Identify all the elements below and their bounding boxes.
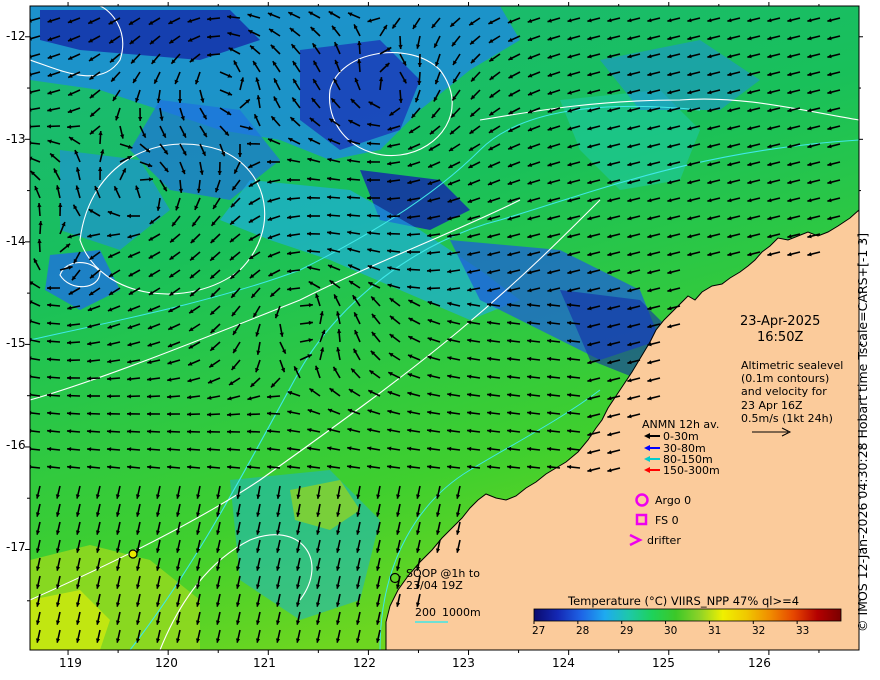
timestamp-date: 23-Apr-2025 bbox=[740, 314, 821, 329]
y-tick-label: -16 bbox=[6, 438, 26, 452]
sealevel-note-line: (0.1m contours) bbox=[741, 372, 830, 386]
colorbar-tick-label: 27 bbox=[532, 625, 546, 637]
velocity-arrow-shaft bbox=[30, 125, 41, 128]
velocity-arrow-head bbox=[30, 428, 32, 434]
x-tick-label: 120 bbox=[155, 656, 178, 670]
velocity-arrow-head bbox=[30, 392, 32, 397]
x-tick-label: 125 bbox=[652, 656, 675, 670]
y-tick-label: -17 bbox=[6, 540, 26, 554]
sealevel-note-line: 0.5m/s (1kt 24h) bbox=[741, 411, 833, 425]
map-plot-area bbox=[30, 6, 859, 650]
drifter-label: drifter bbox=[647, 534, 681, 547]
velocity-arrow-head bbox=[30, 410, 32, 416]
credit-text: © IMOS 12-Jan-2026 04:30:28 Hobart time … bbox=[855, 232, 870, 632]
colorbar-tick-label: 29 bbox=[620, 625, 634, 637]
sealevel-note-line: and velocity for bbox=[741, 385, 827, 399]
y-tick-label: -15 bbox=[6, 336, 26, 350]
colorbar-tick-label: 28 bbox=[576, 625, 590, 637]
sealevel-note-line: Altimetric sealevel bbox=[741, 359, 844, 372]
x-tick-label: 121 bbox=[253, 656, 276, 670]
velocity-arrow-head bbox=[30, 446, 32, 452]
sealevel-note-line: 23 Apr 16Z bbox=[741, 398, 803, 412]
velocity-arrow-head bbox=[30, 140, 32, 146]
bathymetry-label-200: 200 bbox=[415, 606, 436, 619]
x-tick-label: 126 bbox=[748, 656, 771, 670]
station-marker bbox=[128, 549, 138, 559]
colorbar-tick-label: 33 bbox=[796, 625, 810, 637]
argo-label: Argo 0 bbox=[655, 494, 692, 507]
anmn-legend-item: 150-300m bbox=[663, 464, 720, 477]
timestamp-time: 16:50Z bbox=[757, 330, 804, 345]
colorbar-tick-label: 32 bbox=[752, 625, 766, 637]
soop-note-line2: 23/04 19Z bbox=[406, 579, 463, 592]
fs-label: FS 0 bbox=[655, 514, 679, 527]
colorbar-tick-label: 30 bbox=[664, 625, 678, 637]
x-tick-label: 124 bbox=[552, 656, 575, 670]
y-tick-label: -12 bbox=[6, 29, 26, 43]
bathymetry-label-1000: 1000m bbox=[442, 606, 481, 619]
colorbar bbox=[533, 608, 842, 622]
velocity-arrow-head bbox=[30, 374, 32, 379]
colorbar-tick-label: 31 bbox=[708, 625, 722, 637]
y-tick-label: -14 bbox=[6, 234, 26, 248]
x-tick-label: 123 bbox=[452, 656, 475, 670]
colorbar-title: Temperature (°C) VIIRS_NPP 47% ql>=4 bbox=[568, 594, 800, 608]
x-tick-label: 122 bbox=[353, 656, 376, 670]
x-tick-label: 119 bbox=[59, 656, 82, 670]
y-tick-label: -13 bbox=[6, 132, 26, 146]
velocity-arrow-head bbox=[30, 464, 32, 470]
sealevel-note: Altimetric sealevel (0.1m contours) and … bbox=[741, 359, 843, 425]
